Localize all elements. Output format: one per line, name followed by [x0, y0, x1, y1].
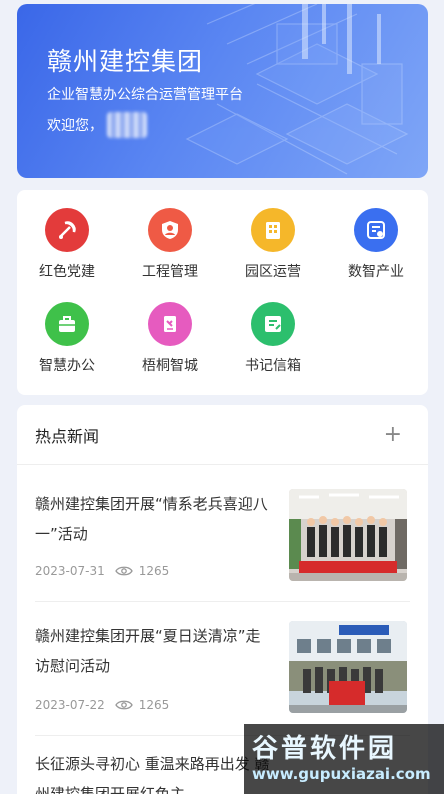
menu-item-city[interactable]: 梧桐智城 [120, 302, 220, 375]
function-menu: 红色党建 工程管理 园区运营 数智产业 智慧办公 梧桐智城 书记信箱 [17, 190, 428, 395]
building-icon [251, 208, 295, 252]
hero-banner: 赣州建控集团 企业智慧办公综合运营管理平台 欢迎您， [17, 4, 428, 178]
banner-title: 赣州建控集团 [47, 47, 204, 76]
menu-item-digital[interactable]: 数智产业 [326, 208, 426, 281]
menu-item-party[interactable]: 红色党建 [17, 208, 117, 281]
briefcase-icon [45, 302, 89, 346]
mailbox-edit-icon [251, 302, 295, 346]
news-heading: 热点新闻 [35, 426, 100, 446]
banner-subtitle: 企业智慧办公综合运营管理平台 [47, 87, 243, 103]
menu-label: 数智产业 [348, 264, 404, 280]
party-emblem-icon [45, 208, 89, 252]
news-meta: 2023-07-31 1265 [35, 564, 169, 578]
news-item[interactable]: 赣州建控集团开展“夏日送清凉”走访慰问活动 2023-07-22 1265 [35, 621, 410, 721]
blurred-username [107, 112, 147, 138]
divider [35, 601, 410, 602]
menu-label: 梧桐智城 [142, 358, 198, 374]
eye-icon [114, 566, 133, 576]
menu-item-mailbox[interactable]: 书记信箱 [223, 302, 323, 375]
news-title: 赣州建控集团开展“情系老兵喜迎八一”活动 [35, 495, 268, 543]
site-watermark: 谷普软件园 www.gupuxiazai.com [244, 724, 444, 794]
shield-person-icon [148, 208, 192, 252]
news-header: 热点新闻 + [17, 405, 428, 465]
menu-item-office[interactable]: 智慧办公 [17, 302, 117, 375]
eye-icon [114, 700, 133, 710]
plus-icon[interactable]: + [384, 422, 402, 447]
dashboard-icon [354, 208, 398, 252]
document-edit-icon [148, 302, 192, 346]
news-item[interactable]: 赣州建控集团开展“情系老兵喜迎八一”活动 2023-07-31 1265 [35, 489, 410, 589]
news-title: 长征源头寻初心 重温来路再出发 赣州建控集团开展红色主 [35, 755, 270, 794]
welcome-label: 欢迎您， [47, 118, 103, 134]
news-thumbnail [289, 621, 407, 713]
news-meta: 2023-07-22 1265 [35, 698, 169, 712]
menu-label: 红色党建 [39, 264, 95, 280]
watermark-title: 谷普软件园 [252, 734, 398, 764]
news-views: 1265 [138, 698, 170, 712]
menu-label: 书记信箱 [245, 358, 301, 374]
welcome-text: 欢迎您， [47, 112, 147, 138]
news-title: 赣州建控集团开展“夏日送清凉”走访慰问活动 [35, 627, 261, 675]
news-date: 2023-07-31 [35, 564, 105, 578]
news-views: 1265 [138, 564, 170, 578]
watermark-url: www.gupuxiazai.com [252, 765, 431, 783]
news-date: 2023-07-22 [35, 698, 105, 712]
news-thumbnail [289, 489, 407, 581]
menu-item-park[interactable]: 园区运营 [223, 208, 323, 281]
menu-label: 工程管理 [142, 264, 198, 280]
menu-label: 智慧办公 [39, 358, 95, 374]
menu-label: 园区运营 [245, 264, 301, 280]
menu-item-engineering[interactable]: 工程管理 [120, 208, 220, 281]
